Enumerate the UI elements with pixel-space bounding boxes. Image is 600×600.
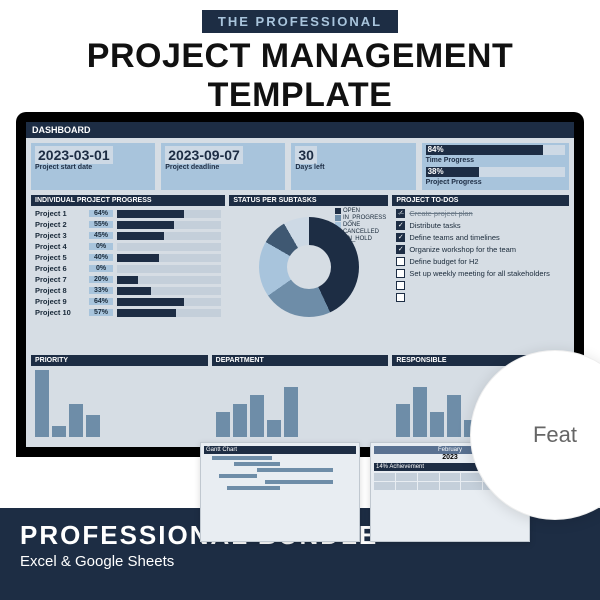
bar [413, 387, 427, 437]
status-panel-body: OPENIN_PROGRESSDONECANCELLEDON_HOLD [229, 206, 388, 351]
start-date-label: Project start date [35, 164, 151, 171]
department-panel: DEPARTMENT [212, 355, 389, 441]
checkbox-icon[interactable] [396, 269, 405, 278]
department-title: DEPARTMENT [212, 355, 389, 366]
start-date-value: 2023-03-01 [35, 146, 113, 164]
progress-panel-body: Project 164% Project 255% Project 345% Proj… [31, 206, 225, 351]
bar [86, 415, 100, 437]
bar [35, 370, 49, 437]
progress-row: Project 345% [35, 231, 221, 240]
priority-panel: PRIORITY [31, 355, 208, 441]
progress-card: 84% Time Progress 38% Project Progress [422, 143, 569, 190]
main-title: PROJECT MANAGEMENT TEMPLATE [0, 37, 600, 115]
checkbox-icon[interactable]: ✓ [396, 233, 405, 242]
days-left-value: 30 [295, 146, 317, 164]
todo-item: ✓Organize workshop for the team [396, 245, 565, 254]
checkbox-icon[interactable] [396, 293, 405, 302]
priority-title: PRIORITY [31, 355, 208, 366]
bar [284, 387, 298, 437]
progress-row: Project 164% [35, 209, 221, 218]
bar [216, 412, 230, 437]
bar [267, 420, 281, 437]
progress-row: Project 60% [35, 264, 221, 273]
checkbox-icon[interactable] [396, 281, 405, 290]
progress-row: Project 255% [35, 220, 221, 229]
time-progress-bar: 84% [426, 145, 565, 155]
progress-row: Project 1057% [35, 308, 221, 317]
project-progress-label: Project Progress [426, 179, 565, 186]
deadline-label: Project deadline [165, 164, 281, 171]
bar [250, 395, 264, 437]
dashboard-title: DASHBOARD [26, 122, 574, 138]
todo-item: ✓Create project plan [396, 209, 565, 218]
checkbox-icon[interactable]: ✓ [396, 221, 405, 230]
days-left-card: 30 Days left [291, 143, 415, 190]
progress-row: Project 720% [35, 275, 221, 284]
bar [69, 404, 83, 438]
checkbox-icon[interactable] [396, 257, 405, 266]
deadline-value: 2023-09-07 [165, 146, 243, 164]
gantt-thumbnail: Gantt Chart [200, 442, 360, 542]
time-progress-pct: 84% [428, 145, 444, 155]
todo-item: ✓Define teams and timelines [396, 233, 565, 242]
todos-panel: PROJECT TO-DOS ✓Create project plan ✓Dist… [392, 195, 569, 351]
status-panel: STATUS PER SUBTASKS OPENIN_PROGRESSDONEC… [229, 195, 388, 351]
todo-item: Set up weekly meeting for all stakeholde… [396, 269, 565, 278]
donut-chart [259, 217, 359, 317]
progress-row: Project 40% [35, 242, 221, 251]
priority-body [31, 366, 208, 441]
progress-panel: INDIVIDUAL PROJECT PROGRESS Project 164%… [31, 195, 225, 351]
product-image: THE PROFESSIONAL PROJECT MANAGEMENT TEMP… [0, 0, 600, 600]
status-panel-title: STATUS PER SUBTASKS [229, 195, 388, 206]
progress-panel-title: INDIVIDUAL PROJECT PROGRESS [31, 195, 225, 206]
bar [396, 404, 410, 438]
mid-row: INDIVIDUAL PROJECT PROGRESS Project 164%… [26, 195, 574, 351]
days-left-label: Days left [295, 164, 411, 171]
todo-item: Define budget for H2 [396, 257, 565, 266]
bar [52, 426, 66, 437]
kicker: THE PROFESSIONAL [202, 10, 398, 33]
gantt-thumb-title: Gantt Chart [204, 446, 356, 454]
project-progress-bar: 38% [426, 167, 565, 177]
progress-row: Project 833% [35, 286, 221, 295]
footer-subtitle: Excel & Google Sheets [20, 553, 580, 570]
deadline-card: 2023-09-07 Project deadline [161, 143, 285, 190]
todo-item [396, 293, 565, 302]
summary-row: 2023-03-01 Project start date 2023-09-07… [26, 138, 574, 195]
todos-panel-body: ✓Create project plan✓Distribute tasks✓De… [392, 206, 569, 351]
bar [430, 412, 444, 437]
bar [447, 395, 461, 437]
project-progress-pct: 38% [428, 167, 444, 177]
bar [233, 404, 247, 438]
time-progress-label: Time Progress [426, 157, 565, 164]
todos-panel-title: PROJECT TO-DOS [392, 195, 569, 206]
progress-row: Project 964% [35, 297, 221, 306]
todo-item [396, 281, 565, 290]
progress-row: Project 540% [35, 253, 221, 262]
checkbox-icon[interactable]: ✓ [396, 245, 405, 254]
checkbox-icon[interactable]: ✓ [396, 209, 405, 218]
start-date-card: 2023-03-01 Project start date [31, 143, 155, 190]
todo-item: ✓Distribute tasks [396, 221, 565, 230]
department-body [212, 366, 389, 441]
